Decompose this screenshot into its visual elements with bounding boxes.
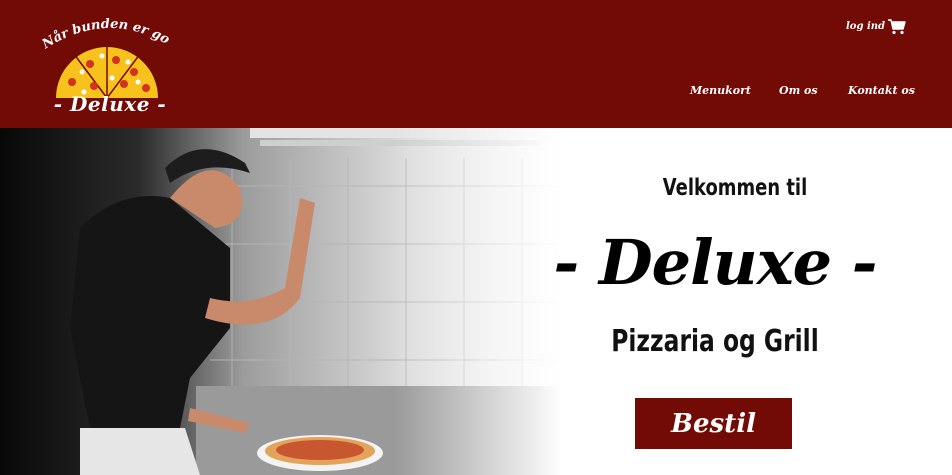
nav-item-om-os[interactable]: Om os [779,84,818,97]
site-header: Når bunden er god - Deluxe - log ind M [0,0,952,128]
hero-section: Velkommen til - Deluxe - Pizzaria og Gri… [0,128,952,475]
subtitle-heading: Pizzaria og Grill [611,324,819,359]
order-button[interactable]: Bestil [635,398,792,449]
hero-photo-pizza-chef [0,128,580,475]
cart-icon[interactable] [888,19,906,35]
brand-heading: - Deluxe - [553,226,878,299]
nav-item-kontakt-os[interactable]: Kontakt os [848,84,915,97]
main-nav: Menukort Om os Kontakt os [0,84,952,100]
nav-item-menukort[interactable]: Menukort [690,84,751,97]
welcome-heading: Velkommen til [662,175,808,201]
login-link[interactable]: log ind [846,21,885,32]
logo[interactable]: Når bunden er god - Deluxe - [40,14,180,122]
